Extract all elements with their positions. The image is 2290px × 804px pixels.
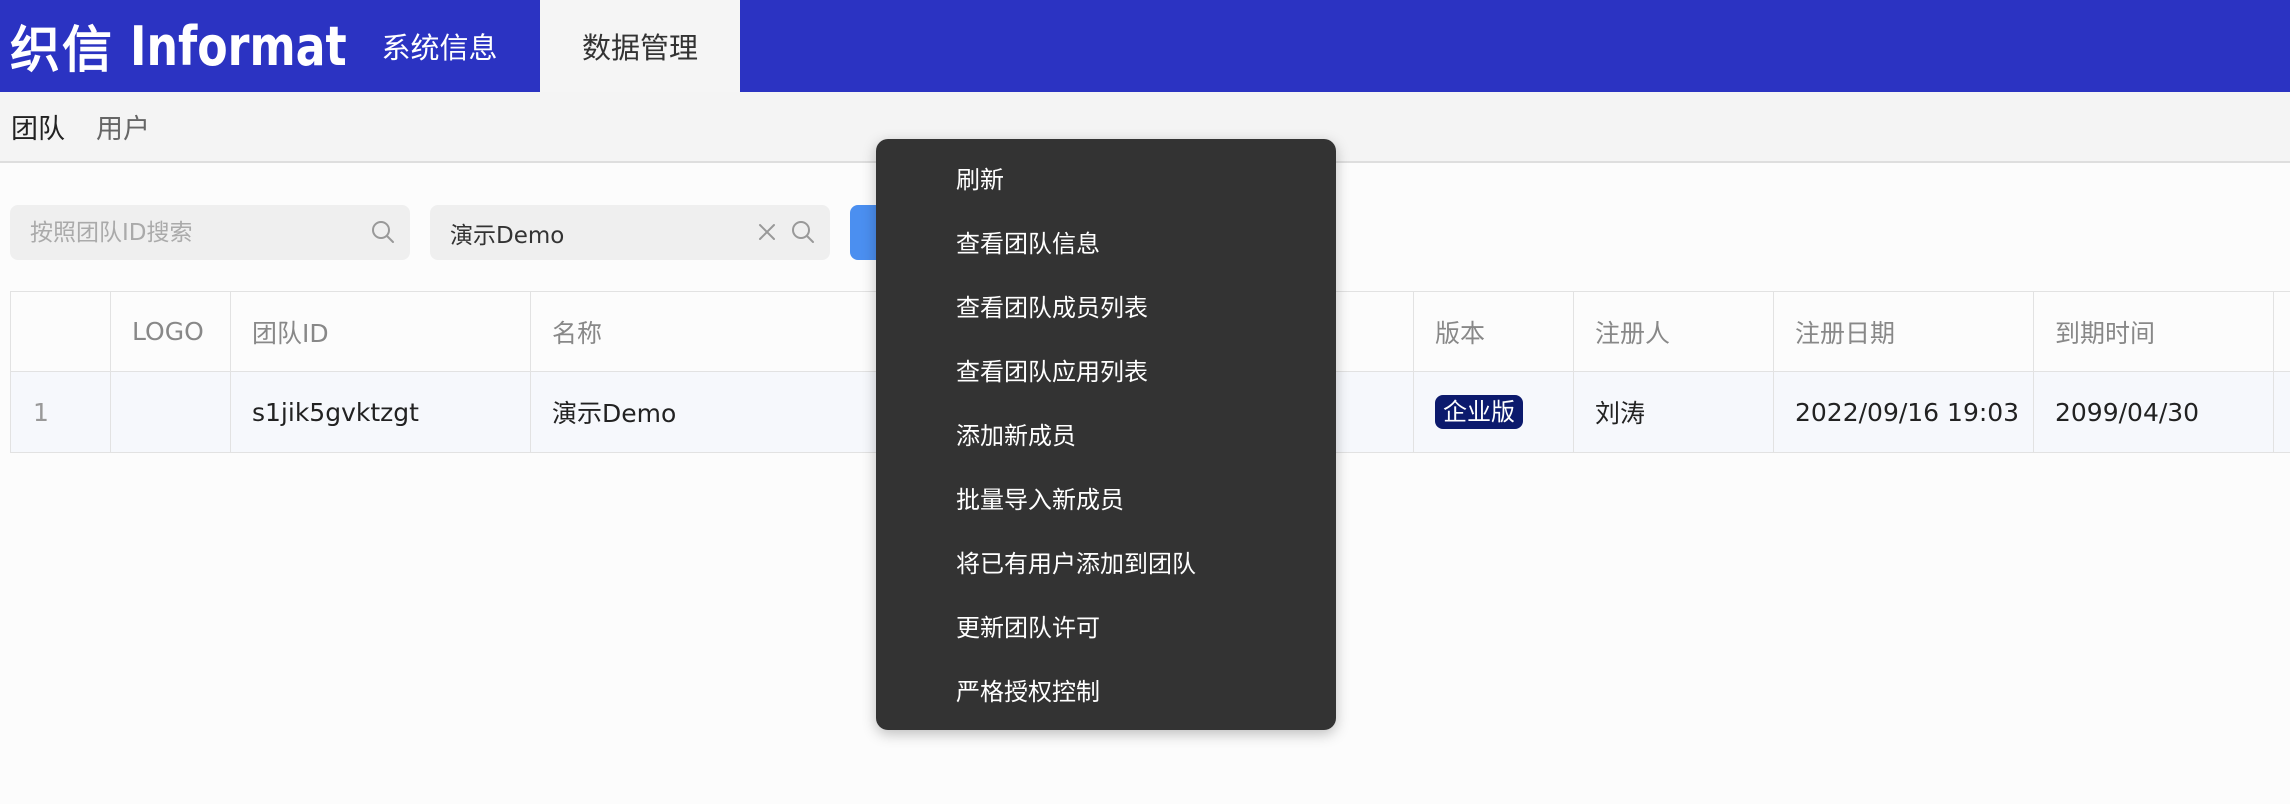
- row-register-date: 2022/09/16 19:03: [1773, 372, 2033, 452]
- column-header-edition[interactable]: 版本: [1413, 292, 1573, 371]
- column-header-registrant[interactable]: 注册人: [1573, 292, 1773, 371]
- search-icon[interactable]: [370, 219, 396, 245]
- search-icon[interactable]: [790, 219, 816, 245]
- menu-item-update-license[interactable]: 更新团队许可: [956, 605, 1100, 645]
- clear-icon[interactable]: [754, 219, 780, 245]
- column-header-expire-date[interactable]: 到期时间: [2033, 292, 2273, 371]
- menu-item-refresh[interactable]: 刷新: [956, 157, 1004, 197]
- top-header: 织信 Informat 系统信息 数据管理: [0, 0, 2290, 92]
- team-id-search: [10, 205, 410, 260]
- column-header-register-date[interactable]: 注册日期: [1773, 292, 2033, 371]
- subtab-user[interactable]: 用户: [96, 92, 150, 161]
- tab-system-info[interactable]: 系统信息: [352, 0, 527, 92]
- row-extra: [2273, 372, 2290, 452]
- menu-item-add-existing-user[interactable]: 将已有用户添加到团队: [956, 541, 1196, 581]
- team-id-search-input[interactable]: [30, 219, 330, 246]
- tab-data-management[interactable]: 数据管理: [540, 0, 740, 92]
- logo-text-cn: 织信: [10, 21, 114, 79]
- row-registrant: 刘涛: [1573, 372, 1773, 452]
- column-header-logo[interactable]: LOGO: [110, 292, 230, 371]
- menu-item-view-team-info[interactable]: 查看团队信息: [956, 221, 1100, 261]
- menu-item-strict-auth[interactable]: 严格授权控制: [956, 669, 1100, 709]
- row-index: 1: [10, 372, 110, 452]
- row-team-id: s1jik5gvktzgt: [230, 372, 530, 452]
- context-menu: 刷新 查看团队信息 查看团队成员列表 查看团队应用列表 添加新成员 批量导入新成…: [876, 139, 1336, 730]
- menu-item-view-app-list[interactable]: 查看团队应用列表: [956, 349, 1148, 389]
- menu-item-view-member-list[interactable]: 查看团队成员列表: [956, 285, 1148, 325]
- column-header-extra: [2273, 292, 2290, 371]
- team-name-search-input[interactable]: [450, 219, 750, 246]
- subtab-team[interactable]: 团队: [11, 92, 65, 161]
- column-header-team-id[interactable]: 团队ID: [230, 292, 530, 371]
- row-edition: 企业版: [1413, 372, 1573, 452]
- logo-text-en: Informat: [130, 14, 347, 78]
- menu-item-add-member[interactable]: 添加新成员: [956, 413, 1076, 453]
- row-expire-date: 2099/04/30: [2033, 372, 2273, 452]
- menu-item-batch-import[interactable]: 批量导入新成员: [956, 477, 1124, 517]
- team-name-search: [430, 205, 830, 260]
- column-header-index: [10, 292, 110, 371]
- edition-badge: 企业版: [1435, 395, 1523, 429]
- app-logo[interactable]: 织信 Informat: [10, 14, 394, 80]
- row-logo: [110, 372, 230, 452]
